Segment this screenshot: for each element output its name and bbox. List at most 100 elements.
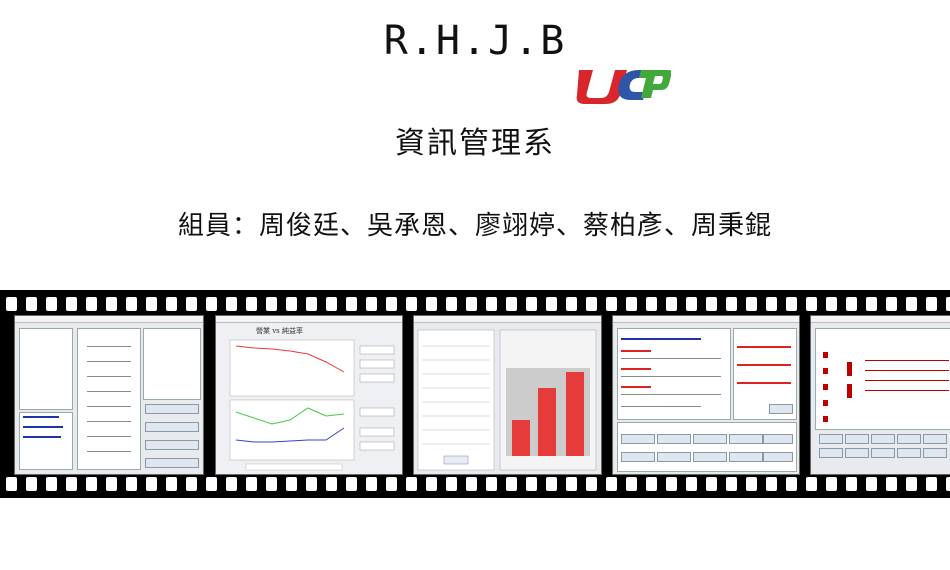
screenshot-menu [810, 315, 950, 475]
sprocket-hole [526, 297, 537, 311]
sprocket-hole [326, 297, 337, 311]
screenshot-form [14, 315, 204, 475]
sprocket-hole [266, 297, 277, 311]
sprocket-hole [666, 297, 677, 311]
sprocket-hole [486, 297, 497, 311]
sprocket-hole [686, 477, 697, 491]
sprocket-hole [566, 297, 577, 311]
sprocket-hole [546, 297, 557, 311]
sprocket-hole [646, 477, 657, 491]
sprocket-hole [66, 297, 77, 311]
sprocket-hole [746, 477, 757, 491]
sprocket-hole [426, 297, 437, 311]
sprocket-hole [146, 477, 157, 491]
sprocket-hole [146, 297, 157, 311]
sprocket-hole [946, 477, 950, 491]
sprocket-hole [366, 477, 377, 491]
sprocket-hole [6, 477, 17, 491]
sprocket-hole [186, 477, 197, 491]
sprocket-hole [206, 297, 217, 311]
screenshot-bar-chart [413, 315, 602, 475]
sprocket-hole [546, 477, 557, 491]
sprocket-hole [6, 297, 17, 311]
sprocket-hole [526, 477, 537, 491]
sprocket-hole [286, 477, 297, 491]
sprocket-hole [406, 297, 417, 311]
sprocket-hole [606, 297, 617, 311]
sprocket-hole [306, 297, 317, 311]
sprocket-hole [246, 477, 257, 491]
sprocket-hole [766, 297, 777, 311]
sprocket-hole [646, 297, 657, 311]
sprocket-hole [666, 477, 677, 491]
sprocket-hole [686, 297, 697, 311]
sprocket-hole [846, 477, 857, 491]
line-chart-drawing [229, 339, 395, 471]
sprocket-hole [226, 477, 237, 491]
sprocket-hole [786, 477, 797, 491]
sprocket-hole [726, 477, 737, 491]
sprocket-hole [806, 477, 817, 491]
sprocket-hole [826, 477, 837, 491]
sprocket-hole [926, 477, 937, 491]
sprocket-hole [586, 477, 597, 491]
sprocket-holes-bottom [0, 477, 950, 491]
sprocket-hole [726, 297, 737, 311]
sprocket-hole [766, 477, 777, 491]
sprocket-hole [846, 297, 857, 311]
sprocket-hole [946, 297, 950, 311]
sprocket-hole [506, 477, 517, 491]
sprocket-hole [806, 297, 817, 311]
sprocket-hole [46, 297, 57, 311]
members-list: 組員：周俊廷、吳承恩、廖翊婷、蔡柏彥、周秉錕 [177, 211, 772, 241]
sprocket-hole [746, 297, 757, 311]
sprocket-hole [866, 477, 877, 491]
sprocket-hole [86, 297, 97, 311]
sprocket-hole [346, 477, 357, 491]
sprocket-hole [886, 297, 897, 311]
sprocket-hole [346, 297, 357, 311]
sprocket-hole [486, 477, 497, 491]
sprocket-hole [606, 477, 617, 491]
sprocket-hole [106, 297, 117, 311]
sprocket-hole [46, 477, 57, 491]
sprocket-hole [406, 477, 417, 491]
sprocket-hole [706, 477, 717, 491]
uct-logo [576, 70, 671, 104]
sprocket-hole [26, 477, 37, 491]
screenshot-text-panel [612, 315, 800, 475]
sprocket-hole [86, 477, 97, 491]
sprocket-hole [186, 297, 197, 311]
sprocket-hole [166, 297, 177, 311]
sprocket-hole [826, 297, 837, 311]
sprocket-hole [586, 297, 597, 311]
sprocket-hole [866, 297, 877, 311]
sprocket-hole [906, 297, 917, 311]
department-name: 資訊管理系 [395, 126, 555, 161]
sprocket-hole [706, 297, 717, 311]
sprocket-hole [126, 477, 137, 491]
sprocket-hole [426, 477, 437, 491]
sprocket-hole [266, 477, 277, 491]
sprocket-hole [286, 297, 297, 311]
sprocket-hole [326, 477, 337, 491]
sprocket-hole [206, 477, 217, 491]
sprocket-hole [926, 297, 937, 311]
sprocket-hole [466, 297, 477, 311]
sprocket-hole [386, 477, 397, 491]
sprocket-hole [226, 297, 237, 311]
sprocket-hole [106, 477, 117, 491]
sprocket-hole [366, 297, 377, 311]
sprocket-hole [306, 477, 317, 491]
sprocket-hole [626, 297, 637, 311]
sprocket-hole [386, 297, 397, 311]
sprocket-hole [66, 477, 77, 491]
sprocket-hole [126, 297, 137, 311]
sprocket-hole [886, 477, 897, 491]
sprocket-hole [626, 477, 637, 491]
sprocket-hole [166, 477, 177, 491]
sprocket-holes-top [0, 297, 950, 311]
filmstrip: 營業 vs 純益率 [0, 290, 950, 498]
screenshot-line-chart: 營業 vs 純益率 [215, 315, 403, 475]
sprocket-hole [466, 477, 477, 491]
